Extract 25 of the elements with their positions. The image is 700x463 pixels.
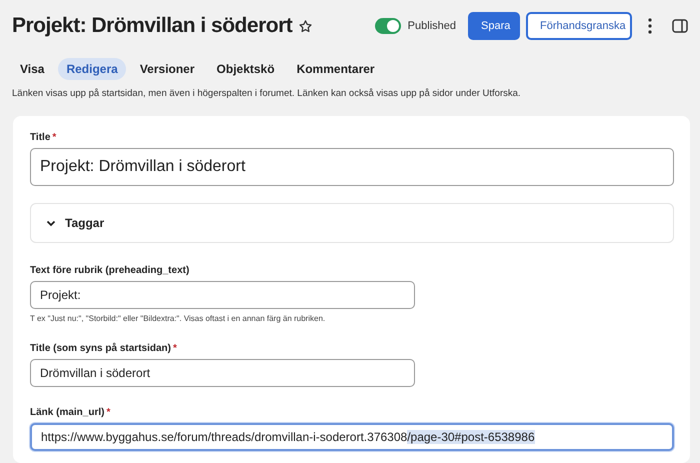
input-field[interactable]: https://www.byggahus.se/forum/threads/dromvillan-i-soderort.376308/page-30#post-6538986 — [30, 423, 674, 451]
title-input[interactable]: Projekt: Drömvillan i söderort — [30, 148, 674, 186]
field-label: Text före rubrik (preheading_text) — [30, 265, 190, 276]
required-mark: * — [106, 407, 110, 418]
input-field[interactable]: Projekt: — [30, 281, 415, 309]
preview-button[interactable]: Förhandsgranska — [526, 12, 632, 40]
field-label: Länk (main_url) — [30, 407, 104, 418]
tags-section[interactable]: Taggar — [30, 203, 674, 243]
hint-text: T ex "Just nu:", "Storbild:" eller "Bildextra:". Visas oftast i en annan färg än rubriken. — [30, 314, 326, 323]
field-label: Title (som syns på startsidan) — [30, 343, 171, 354]
tab[interactable]: Redigera — [58, 58, 126, 80]
tab[interactable]: Visa — [12, 58, 52, 80]
save-button[interactable]: Spara — [468, 12, 520, 40]
description-text: Länken visas upp på startsidan, men även i högerspalten i forumet. Länken kan också visas upp på sidor under Utforska. — [12, 88, 522, 99]
star-icon[interactable] — [298, 18, 314, 34]
published-label: Published — [408, 20, 456, 32]
tab[interactable]: Objektskö — [208, 58, 283, 80]
required-mark: * — [172, 343, 177, 354]
field-label: Title — [30, 132, 50, 143]
tab[interactable]: Kommentarer — [288, 58, 383, 80]
input-field[interactable]: Drömvillan i söderort — [30, 359, 415, 387]
required-mark: * — [52, 132, 56, 143]
tab[interactable]: Versioner — [132, 58, 203, 80]
published-toggle[interactable] — [374, 18, 401, 34]
page-title: Projekt: Drömvillan i söderort — [12, 14, 292, 38]
